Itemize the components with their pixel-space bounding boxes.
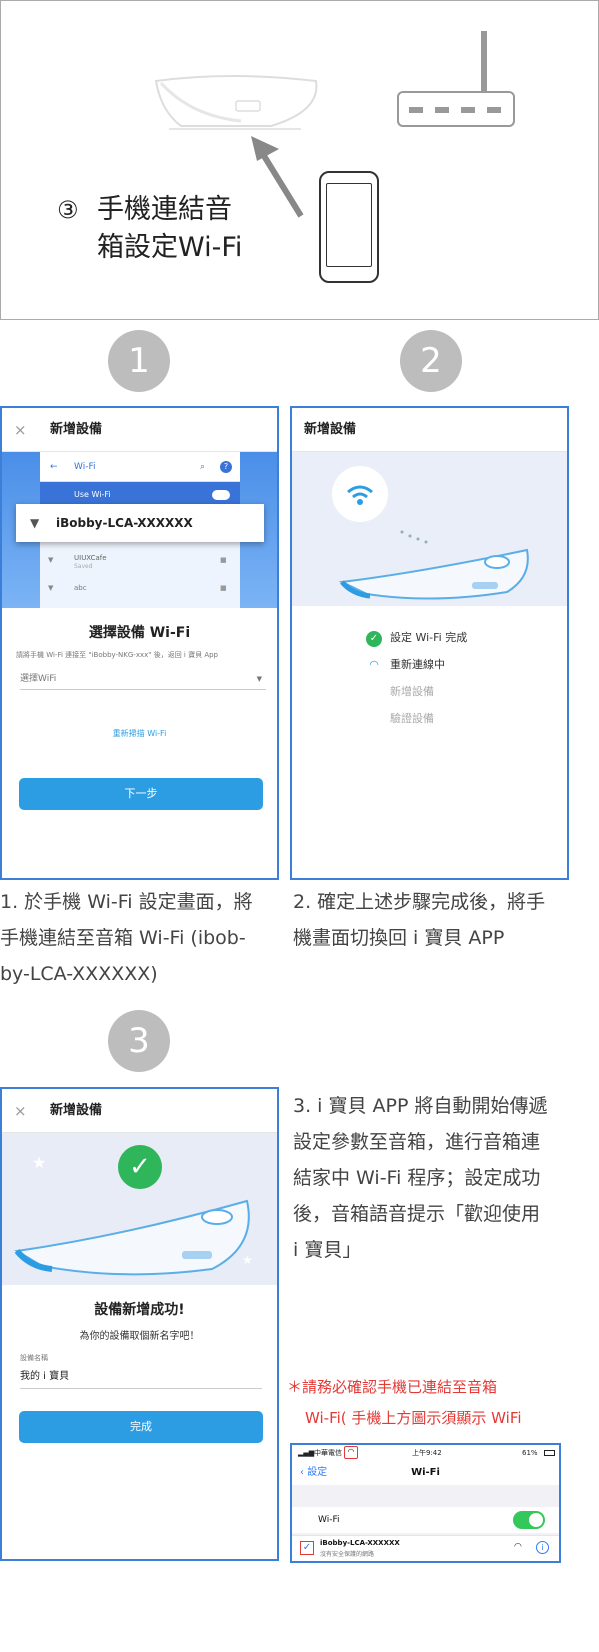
- checkmark-icon: ✓: [300, 1541, 314, 1555]
- step-number-2: 2: [400, 330, 462, 392]
- wifi-icon: ▼: [30, 516, 40, 530]
- ios-wifi-screenshot: ▂▄▆ 中華電信 ◠ 上午9:42 61% ‹ 設定 Wi-Fi Wi-Fi ✓…: [290, 1443, 561, 1563]
- step-number-1: 1: [108, 330, 170, 392]
- screen-reconnecting: 新增設備 ✓ 設定 Wi-Fi 完成 ◠ 重新連線中 新增設備 驗證設備: [290, 406, 569, 880]
- back-arrow-icon[interactable]: ←: [50, 452, 58, 482]
- search-icon[interactable]: ⌕: [200, 452, 205, 482]
- rescan-link[interactable]: 重新掃描 Wi-Fi: [2, 728, 277, 739]
- check-icon: ✓: [366, 631, 382, 647]
- screen-select-wifi: × 新增設備 ← Wi-Fi ⌕ ? Use Wi-Fi ▼ UIUXCafe …: [0, 406, 279, 880]
- done-button[interactable]: 完成: [19, 1411, 263, 1443]
- connected-network-row[interactable]: ✓ iBobby-LCA-XXXXXX 沒有安全保護的網路 ◠ i: [292, 1535, 559, 1561]
- close-icon[interactable]: ×: [14, 1089, 27, 1133]
- wifi-icon: ▼: [48, 584, 54, 592]
- wifi-select[interactable]: 選擇WiFi ▼: [20, 668, 266, 690]
- caption-step-1: 1. 於手機 Wi-Fi 設定畫面，將 手機連結至音箱 Wi-Fi (ibob-…: [0, 891, 253, 985]
- battery-icon: [544, 1450, 555, 1456]
- wifi-toggle-row: Wi-Fi: [292, 1507, 559, 1533]
- progress-step-pending: 驗證設備: [390, 712, 434, 725]
- success-title: 設備新增成功!: [94, 1302, 185, 1318]
- success-subtitle: 為你的設備取個新名字吧！: [79, 1331, 200, 1342]
- wifi-toggle[interactable]: [212, 490, 230, 500]
- instruction-text: 請將手機 Wi-Fi 連接至 "iBobby-NKG-xxx" 後，返回 i 寶…: [16, 651, 219, 659]
- speaker-connecting-illustration: [292, 452, 567, 606]
- progress-step-active: ◠ 重新連線中: [366, 651, 467, 678]
- arrow-icon: [251, 136, 304, 218]
- step-number-3: 3: [108, 1010, 170, 1072]
- router-icon: [397, 91, 515, 127]
- screen-header: × 新增設備: [2, 1089, 277, 1133]
- wifi-toggle[interactable]: [513, 1511, 545, 1529]
- speaker-illustration: [14, 1199, 250, 1276]
- caption-step-3: 3. i 寶貝 APP 將自動開始傳遞 設定參數至音箱，進行音箱連 結家中 Wi…: [293, 1095, 548, 1261]
- progress-step-pending: 新增設備: [390, 685, 434, 698]
- lock-icon: ■: [220, 584, 227, 592]
- wifi-icon: ▼: [48, 556, 54, 564]
- speaker-illustration: [338, 530, 529, 600]
- signal-icon: ▂▄▆: [298, 1449, 315, 1457]
- screen-title: 選擇設備 Wi-Fi: [88, 625, 191, 641]
- screen-success: × 新增設備 ✓ ★ ★ 設備新增成功! 為你的設備取個新名字吧！ 設備名稱 我…: [0, 1087, 279, 1561]
- progress-steps: ✓ 設定 Wi-Fi 完成 ◠ 重新連線中 新增設備 驗證設備: [366, 624, 467, 732]
- chevron-down-icon: ▼: [256, 675, 262, 683]
- list-item[interactable]: ▼ UIUXCafe Saved ■: [40, 552, 240, 576]
- star-icon: ★: [32, 1153, 47, 1172]
- wifi-icon: ◠: [344, 1446, 358, 1459]
- wifi-badge: [332, 466, 388, 522]
- progress-step-done: ✓ 設定 Wi-Fi 完成: [366, 624, 467, 651]
- spinner-icon: ◠: [369, 658, 379, 671]
- router-antenna: [481, 31, 487, 93]
- next-button[interactable]: 下一步: [19, 778, 263, 810]
- help-icon[interactable]: ?: [220, 461, 232, 473]
- warning-note: ＊請務必確認手機已連結至音箱 Wi-Fi( 手機上方圖示須顯示 WiFi: [287, 1378, 522, 1427]
- screen-header: 新增設備: [292, 408, 567, 452]
- list-item[interactable]: ▼ abc ■: [40, 582, 240, 602]
- phone-icon: [319, 171, 379, 283]
- lock-icon: ■: [220, 556, 227, 564]
- ios-nav-bar: ‹ 設定 Wi-Fi: [292, 1461, 559, 1485]
- name-field-label: 設備名稱: [20, 1354, 48, 1362]
- wifi-settings-illustration: ← Wi-Fi ⌕ ? Use Wi-Fi ▼ UIUXCafe Saved ■…: [2, 452, 277, 608]
- speaker-illustration: [154, 75, 318, 130]
- close-icon[interactable]: ×: [14, 408, 27, 452]
- selected-network[interactable]: ▼ iBobby-LCA-XXXXXX: [16, 504, 264, 542]
- info-icon[interactable]: i: [536, 1541, 549, 1554]
- wifi-signal-icon: ◠: [514, 1542, 522, 1552]
- device-name-input[interactable]: 我的 i 寶貝: [20, 1365, 262, 1389]
- ios-status-bar: ▂▄▆ 中華電信 ◠ 上午9:42 61%: [292, 1445, 559, 1461]
- wifi-icon: [347, 485, 373, 505]
- speaker-success-illustration: ✓ ★ ★: [2, 1133, 277, 1285]
- step-description: ③ 手機連結音 箱設定Wi-Fi: [57, 194, 243, 263]
- setup-diagram: ③ 手機連結音 箱設定Wi-Fi: [0, 0, 599, 320]
- caption-step-2: 2. 確定上述步驟完成後，將手 機畫面切換回 i 寶貝 APP: [293, 891, 546, 949]
- screen-header: × 新增設備: [2, 408, 277, 452]
